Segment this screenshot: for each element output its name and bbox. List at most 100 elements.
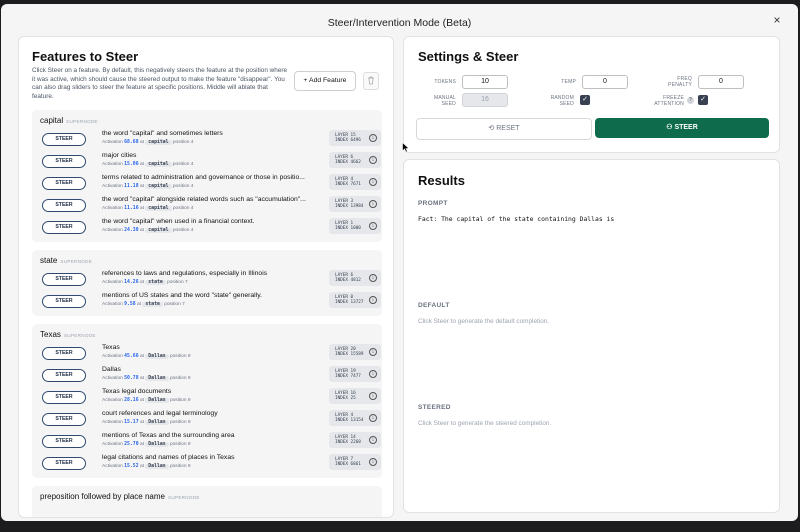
feature-steer-button[interactable]: STEER [42, 273, 86, 286]
activation-value: 14.26 [124, 280, 139, 285]
info-icon[interactable]: i [369, 156, 377, 164]
feature-activation: Activation 11.18 at capital position 4 [102, 184, 193, 189]
position-value: 4 [190, 162, 194, 167]
prompt-label: PROMPT [418, 200, 448, 207]
freq-penalty-input[interactable]: 0 [698, 75, 744, 89]
info-icon[interactable]: i [369, 178, 377, 186]
feature-steer-button[interactable]: STEER [42, 177, 86, 190]
feature-activation: Activation 15.52 at Dallas position 9 [102, 464, 191, 469]
help-icon[interactable]: ? [687, 97, 694, 104]
position-label: position [169, 354, 187, 359]
token-chip: capital [145, 162, 172, 167]
token-chip: state [145, 280, 166, 285]
default-label: DEFAULT [418, 302, 450, 309]
feature-row: STEER the word "capital" alongside relate… [40, 196, 381, 216]
feature-steer-button[interactable]: STEER [42, 221, 86, 234]
info-icon[interactable]: i [369, 274, 377, 282]
activation-label: Activation [102, 302, 123, 307]
feature-label: Texas [102, 344, 120, 351]
feature-steer-button[interactable]: STEER [42, 435, 86, 448]
info-icon[interactable]: i [369, 392, 377, 400]
activation-value: 15.06 [124, 162, 139, 167]
feature-steer-button[interactable]: STEER [42, 199, 86, 212]
feature-group: capital SUPERNODE STEER the word "capital" … [32, 110, 382, 242]
index-value: INDEX 6496 [335, 138, 361, 144]
info-icon[interactable]: i [369, 200, 377, 208]
feature-label: terms related to administration and gove… [102, 174, 305, 181]
freeze-attention-checkbox[interactable]: ✓ [698, 95, 708, 105]
feature-group: preposition followed by place name SUPERN… [32, 486, 382, 517]
temp-label: TEMP [561, 79, 576, 85]
layer-index-badge: LAYER 4 INDEX 7671 i [329, 174, 381, 190]
trash-icon[interactable] [363, 72, 379, 90]
feature-row: STEER terms related to administration and… [40, 174, 381, 194]
close-button[interactable]: × [770, 13, 784, 27]
layer-index-badge: LAYER 14 INDEX 2268 i [329, 432, 381, 448]
activation-label: Activation [102, 162, 123, 167]
feature-steer-button[interactable]: STEER [42, 369, 86, 382]
index-value: INDEX 7671 [335, 182, 361, 188]
layer-index-badge: LAYER 7 INDEX 6861 i [329, 454, 381, 470]
reset-button[interactable]: ⟲ RESET [416, 118, 592, 140]
layer-index-badge: LAYER 0 INDEX 13727 i [329, 292, 381, 308]
position-label: position [169, 464, 187, 469]
tokens-label: TOKENS [434, 79, 456, 85]
token-chip: capital [145, 140, 172, 145]
info-icon[interactable]: i [369, 348, 377, 356]
at-label: at [139, 162, 144, 167]
feature-steer-button[interactable]: STEER [42, 347, 86, 360]
position-value: 9 [187, 464, 191, 469]
feature-steer-button[interactable]: STEER [42, 133, 86, 146]
steer-button[interactable]: ⚇ STEER [595, 118, 769, 138]
at-label: at [139, 420, 144, 425]
info-icon[interactable]: i [369, 296, 377, 304]
feature-steer-button[interactable]: STEER [42, 413, 86, 426]
info-icon[interactable]: i [369, 222, 377, 230]
group-title: preposition followed by place name SUPERN… [40, 492, 200, 501]
temp-input[interactable]: 0 [582, 75, 628, 89]
activation-value: 50.78 [124, 376, 139, 381]
group-title: state SUPERNODE [40, 256, 92, 265]
random-seed-checkbox[interactable]: ✓ [580, 95, 590, 105]
feature-label: major cities [102, 152, 137, 159]
freeze-attention-label: FREEZE ATTENTION [654, 95, 684, 108]
feature-activation: Activation 68.68 at capital position 4 [102, 140, 193, 145]
token-chip: Dallas [145, 376, 169, 381]
info-icon[interactable]: i [369, 458, 377, 466]
activation-value: 28.16 [124, 398, 139, 403]
feature-label: legal citations and names of places in T… [102, 454, 235, 461]
at-label: at [139, 398, 144, 403]
info-icon[interactable]: i [369, 414, 377, 422]
feature-group: state SUPERNODE STEER references to laws an… [32, 250, 382, 316]
feature-row: STEER references to laws and regulations,… [40, 270, 381, 290]
index-value: INDEX 13984 [335, 204, 364, 210]
mouse-cursor-icon [402, 142, 410, 153]
manual-seed-input[interactable]: 16 [462, 93, 508, 107]
add-feature-button[interactable]: + Add Feature [294, 71, 356, 91]
activation-label: Activation [102, 206, 123, 211]
index-value: INDEX 13727 [335, 300, 364, 306]
position-label: position [172, 140, 190, 145]
activation-value: 45.66 [124, 354, 139, 359]
position-label: position [172, 228, 190, 233]
at-label: at [139, 140, 144, 145]
token-chip: capital [145, 228, 172, 233]
at-label: at [139, 206, 144, 211]
info-icon[interactable]: i [369, 370, 377, 378]
info-icon[interactable]: i [369, 134, 377, 142]
info-icon[interactable]: i [369, 436, 377, 444]
tokens-input[interactable]: 10 [462, 75, 508, 89]
supernode-tag: SUPERNODE [66, 119, 98, 124]
feature-row: STEER major cities Activation 15.06 at cap… [40, 152, 381, 172]
group-title: Texas SUPERNODE [40, 330, 96, 339]
feature-row: STEER legal citations and names of places… [40, 454, 381, 474]
feature-steer-button[interactable]: STEER [42, 391, 86, 404]
feature-label: references to laws and regulations, espe… [102, 270, 268, 277]
feature-steer-button[interactable]: STEER [42, 295, 86, 308]
position-label: position [164, 302, 181, 307]
feature-row: STEER the word "capital" when used in a f… [40, 218, 381, 238]
layer-index-badge: LAYER 6 INDEX 4812 i [329, 270, 381, 286]
feature-steer-button[interactable]: STEER [42, 457, 86, 470]
features-panel: Features to Steer Click Steer on a featu… [18, 36, 394, 518]
feature-steer-button[interactable]: STEER [42, 155, 86, 168]
